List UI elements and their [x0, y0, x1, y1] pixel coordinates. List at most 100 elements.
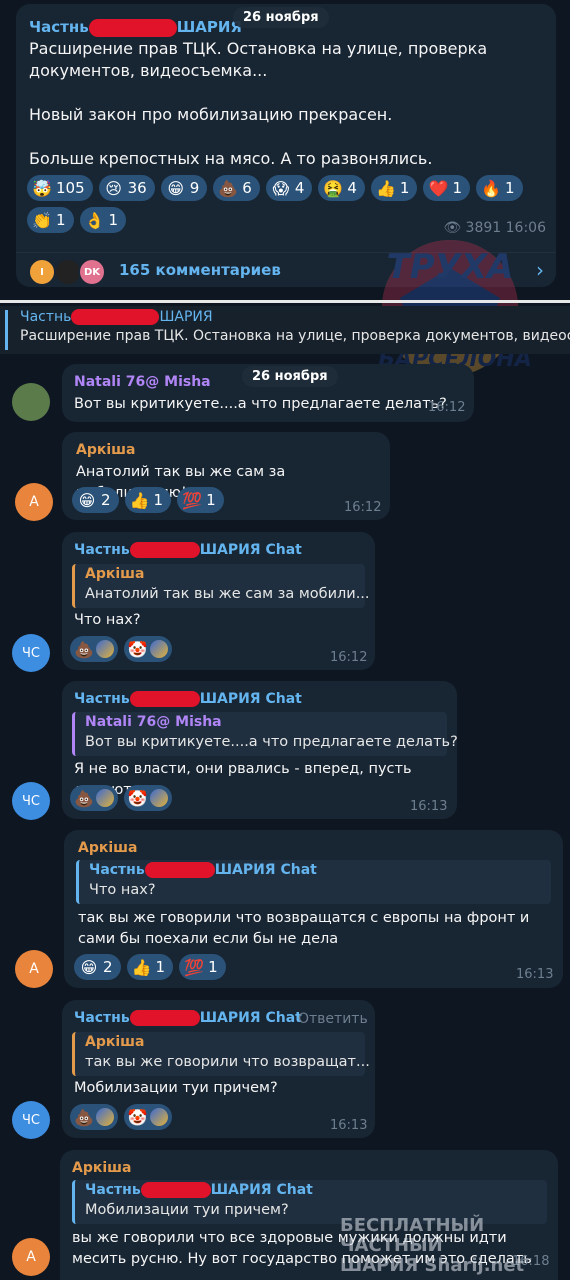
reply-button[interactable]: Ответить — [298, 1011, 368, 1027]
message-author[interactable]: Natali 76@ Misha — [74, 374, 211, 390]
redaction-mark — [129, 1010, 200, 1026]
reaction-button[interactable]: 🤯 105 — [27, 175, 93, 201]
reaction-count: 36 — [127, 179, 147, 197]
comments-label: 165 комментариев — [119, 261, 281, 279]
date-chip: 26 ноября — [242, 366, 338, 387]
redaction-mark — [71, 309, 160, 325]
thumbs-up-icon: 👍 — [131, 957, 152, 977]
poop-icon: 💩 — [218, 178, 239, 198]
reaction-button[interactable]: 💩 6 — [213, 175, 260, 201]
reaction-button[interactable]: 👏 1 — [27, 207, 74, 233]
reaction-button[interactable]: 🤡 — [123, 636, 172, 662]
quote-text: Что нах? — [89, 882, 156, 898]
reaction-button[interactable]: 🔥 1 — [476, 175, 523, 201]
crying-face-icon: 😢 — [105, 178, 122, 198]
reaction-button[interactable]: 🤡 — [123, 1104, 172, 1130]
views-count: 3891 — [465, 220, 502, 236]
reaction-button[interactable]: 😱 4 — [265, 175, 313, 201]
reaction-count: 1 — [505, 179, 515, 197]
reply-quote[interactable]: Аркiша Анатолий так вы же сам за мобили.… — [72, 564, 370, 608]
message-reactions: 💩 🤡 — [70, 785, 172, 811]
screaming-face-icon: 😱 — [272, 178, 290, 198]
reaction-button[interactable]: 😁 9 — [160, 175, 208, 201]
reaction-count: 105 — [56, 179, 85, 197]
exploding-head-icon: 🤯 — [32, 178, 52, 198]
fire-icon: 🔥 — [481, 178, 501, 198]
reaction-button[interactable]: 👍 1 — [124, 487, 172, 513]
reaction-count: 1 — [108, 211, 119, 229]
message-bubble: Частнь ШАРИЯ Chat Ответить Аркiша так вы … — [62, 1000, 375, 1138]
reaction-button[interactable]: 💯 1 — [179, 954, 226, 980]
message-author[interactable]: Частнь ШАРИЯ Chat — [74, 691, 302, 707]
reply-quote[interactable]: Natali 76@ Misha Вот вы критикуете....а … — [72, 712, 458, 756]
sticker-avatar-icon — [149, 789, 168, 807]
commenter-avatar: I — [28, 258, 56, 286]
reaction-button[interactable]: 🤮 4 — [318, 175, 365, 201]
clapping-hands-icon: 👏 — [32, 210, 52, 230]
message-author[interactable]: Аркiша — [78, 840, 137, 856]
poop-icon: 💩 — [74, 639, 94, 659]
redaction-mark — [88, 18, 177, 37]
reaction-count: 1 — [56, 211, 66, 229]
message-text: Вот вы критикуете....а что предлагаете д… — [74, 396, 447, 412]
message-time: 16:12 — [330, 650, 368, 665]
reaction-count: 4 — [294, 179, 305, 197]
reaction-button[interactable]: ❤️ 1 — [423, 175, 471, 201]
reaction-count: 9 — [189, 179, 200, 197]
quote-text: Анатолий так вы же сам за мобили... — [85, 586, 370, 602]
reply-quote[interactable]: Частнь ШАРИЯ Chat Что нах? — [76, 860, 551, 904]
post-author[interactable]: Частнь ШАРИЯ — [29, 18, 242, 37]
avatar[interactable]: A — [15, 483, 53, 521]
reaction-button[interactable]: 💩 — [70, 1104, 118, 1130]
quote-author: Частнь ШАРИЯ Chat — [89, 862, 317, 878]
reaction-button[interactable]: 😁 2 — [74, 954, 121, 980]
avatar[interactable]: ЧС — [12, 782, 50, 820]
avatar[interactable]: ЧС — [12, 634, 50, 672]
message-author[interactable]: Частнь ШАРИЯ Chat — [74, 1010, 302, 1026]
commenter-avatar: DK — [78, 258, 106, 286]
vomiting-face-icon: 🤮 — [323, 178, 344, 198]
avatar[interactable] — [12, 383, 50, 421]
message-author[interactable]: Частнь ШАРИЯ Chat — [74, 542, 302, 558]
reaction-button[interactable]: 👍 1 — [126, 954, 174, 980]
reaction-button[interactable]: 💩 — [70, 785, 118, 811]
quote-author: Natali 76@ Misha — [85, 714, 222, 730]
redaction-mark — [140, 1182, 211, 1198]
reply-quote[interactable]: Аркiша так вы же говорили что возвращат.… — [72, 1032, 370, 1076]
message-bubble: Частнь ШАРИЯ Chat Аркiша Анатолий так вы … — [62, 532, 375, 670]
pinned-message[interactable]: Частнь ШАРИЯ Расширение прав ТЦК. Останов… — [0, 306, 570, 354]
reaction-button[interactable]: 💯 1 — [177, 487, 224, 513]
quote-author: Аркiша — [85, 566, 145, 582]
grinning-face-icon: 😁 — [167, 178, 185, 198]
thumbs-up-icon: 👍 — [375, 178, 396, 198]
avatar[interactable]: A — [15, 950, 53, 988]
reaction-count: 1 — [155, 958, 166, 976]
sticker-avatar-icon — [95, 640, 114, 658]
reaction-button[interactable]: 🤡 — [123, 785, 172, 811]
reaction-button[interactable]: 👌 1 — [79, 207, 127, 233]
avatar[interactable]: A — [12, 1238, 50, 1276]
message-author[interactable]: Аркiша — [76, 442, 135, 458]
message-reactions: 😁 2 👍 1 💯 1 — [72, 487, 224, 513]
reaction-button[interactable]: 😢 36 — [98, 175, 155, 201]
post-author-prefix: Частнь — [29, 18, 89, 36]
message-text: так вы же говорили что возвращатся с евр… — [78, 910, 530, 947]
reaction-button[interactable]: 👍 1 — [370, 175, 418, 201]
quote-author: Аркiша — [85, 1034, 145, 1050]
message-author[interactable]: Аркiша — [72, 1160, 131, 1176]
reaction-button[interactable]: 😁 2 — [72, 487, 119, 513]
message-time: 16:12 — [344, 500, 382, 515]
reaction-count: 1 — [208, 958, 218, 976]
reaction-button[interactable]: 💩 — [70, 636, 118, 662]
reaction-count: 2 — [101, 491, 111, 509]
quote-text: Мобилизации туи причем? — [85, 1202, 289, 1218]
pinned-text: Расширение прав ТЦК. Остановка на улице,… — [20, 328, 570, 344]
avatar[interactable]: ЧС — [12, 1101, 50, 1139]
reaction-count: 2 — [103, 958, 113, 976]
post-author-suffix: ШАРИЯ — [176, 18, 242, 36]
sticker-avatar-icon — [95, 1108, 114, 1126]
post-time: 16:06 — [505, 220, 546, 236]
poop-icon: 💩 — [74, 788, 94, 808]
clown-face-icon: 🤡 — [127, 788, 148, 808]
pinned-title: Частнь ШАРИЯ — [20, 309, 213, 325]
